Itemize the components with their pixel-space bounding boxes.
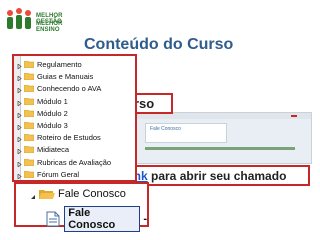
menu-item-label: Midiateca [37,145,70,155]
screenshot-red-tag [291,115,297,117]
expanded-arrow-icon[interactable] [30,191,36,199]
folder-icon [24,73,34,81]
menu-item[interactable]: Guias e Manuais [17,71,94,83]
menu-item[interactable]: Fórum Geral [17,169,79,180]
open-folder-icon [39,188,55,200]
folder-icon [24,146,34,154]
collapsed-arrow-icon[interactable] [17,160,22,168]
collapsed-arrow-icon[interactable] [17,74,22,83]
screenshot-stripe [145,147,295,150]
folder-icon [24,85,34,93]
course-menu: Regulamento Guias e Manuais Conhecendo o A… [12,54,137,182]
menu-item[interactable]: Módulo 1 [17,96,68,107]
screenshot-card: Fale Conosco [145,123,227,143]
collapsed-arrow-icon[interactable] [17,135,22,144]
page-icon [46,211,60,227]
zoom-dash: - [143,213,147,225]
zoom-folder-row[interactable]: Fale Conosco [30,188,126,200]
zoom-detail: Fale Conosco Fale Conosco - [14,182,149,232]
collapsed-arrow-icon[interactable] [17,123,22,131]
folder-icon [24,170,34,178]
menu-item-label: Módulo 1 [37,96,68,106]
folder-icon [24,134,34,142]
folder-icon [24,158,34,166]
menu-item[interactable]: Conhecendo o AVA [17,83,102,95]
collapsed-arrow-icon[interactable] [17,99,22,107]
zoom-page-label[interactable]: Fale Conosco [64,206,141,232]
logo: MELHOR GESTÃO MELHOR ENSINO [4,6,84,36]
zoom-page-row[interactable]: Fale Conosco - [46,206,147,232]
menu-item-label: Guias e Manuais [37,72,94,82]
menu-item[interactable]: Módulo 2 [17,108,68,119]
folder-icon [24,122,34,129]
folder-icon [24,97,34,105]
menu-item[interactable]: Rubricas de Avaliação [17,157,111,168]
folder-icon [24,109,34,117]
menu-item-label: Fórum Geral [37,169,80,179]
menu-item-label: Regulamento [37,60,82,69]
background-screenshot: Fale Conosco [130,112,312,164]
menu-item-label: Roteiro de Estudos [37,133,101,143]
menu-item-label: Módulo 3 [37,121,68,130]
menu-item[interactable]: Midiateca [17,144,70,156]
menu-item-label: Rubricas de Avaliação [37,157,112,167]
menu-item[interactable]: Regulamento [17,59,82,70]
collapsed-arrow-icon[interactable] [17,172,22,180]
menu-item[interactable]: Roteiro de Estudos [17,132,101,144]
screenshot-card-label: Fale Conosco [150,126,181,132]
callout-link-text: para abrir seu chamado [147,169,287,183]
callout-link: link para abrir seu chamado [123,165,310,186]
people-logo-icon [7,8,31,29]
page-title: Conteúdo do Curso [84,36,234,53]
collapsed-arrow-icon[interactable] [17,62,22,70]
collapsed-arrow-icon[interactable] [17,111,22,119]
brand-line-2: MELHOR ENSINO [36,21,63,33]
menu-item-label: Conhecendo o AVA [37,84,102,94]
zoom-folder-label: Fale Conosco [58,188,126,200]
collapsed-arrow-icon[interactable] [17,86,22,95]
folder-icon [24,61,34,68]
collapsed-arrow-icon[interactable] [17,147,22,156]
menu-item-label: Módulo 2 [37,108,68,118]
menu-item[interactable]: Módulo 3 [17,120,68,131]
